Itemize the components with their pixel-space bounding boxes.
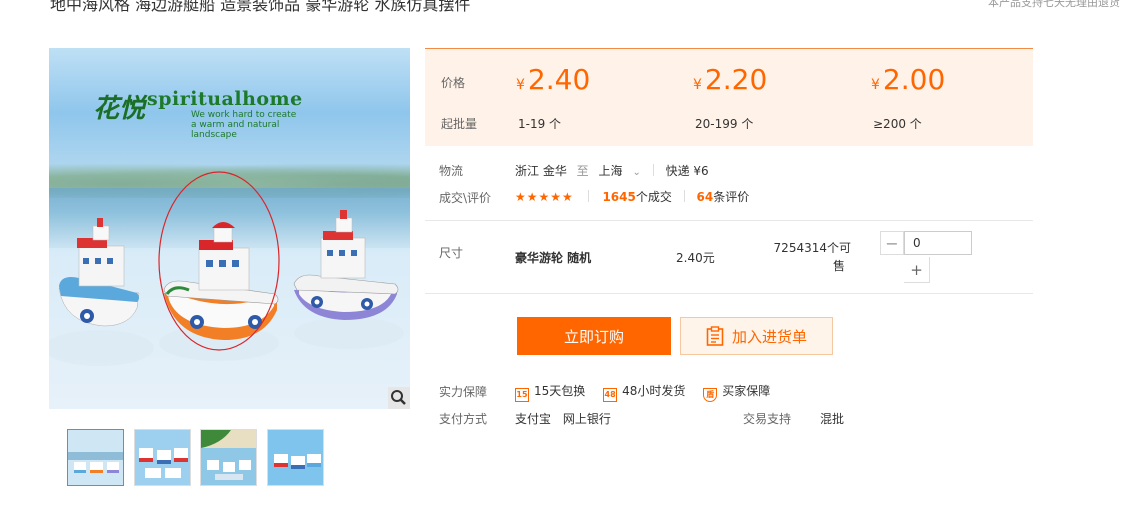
main-product-image[interactable]: 花悦 spiritualhome We work hard to create … bbox=[49, 48, 410, 409]
guarantee-list: 15 15天包换 48 48小时发货 盾买家保障 bbox=[515, 382, 770, 402]
chevron-down-icon: ⌄ bbox=[632, 167, 641, 178]
currency-symbol: ¥ bbox=[871, 77, 880, 93]
price-value: 2.20 bbox=[704, 63, 768, 96]
stock-line-2: 售 bbox=[832, 259, 845, 273]
clipboard-icon bbox=[706, 326, 724, 346]
brand-tagline-1: We work hard to create bbox=[191, 110, 297, 120]
quantity-input[interactable]: 0 bbox=[904, 231, 972, 255]
deals-row: ★★★★★ 1645个成交 64条评价 bbox=[515, 188, 749, 205]
guarantee-text: 48小时发货 bbox=[622, 384, 686, 398]
divider bbox=[683, 190, 685, 202]
logistics-row: 浙江 金华 至 上海 ⌄ 快递 ¥6 bbox=[515, 162, 709, 179]
currency-symbol: ¥ bbox=[516, 77, 525, 93]
magnifier-icon bbox=[391, 390, 406, 405]
boat-blue-left bbox=[58, 218, 140, 327]
price-tier-3: ¥2.00 bbox=[871, 63, 945, 96]
review-count-link[interactable]: 64条评价 bbox=[697, 190, 750, 204]
price-tier-1: ¥2.40 bbox=[516, 63, 590, 96]
logistics-label: 物流 bbox=[439, 164, 464, 178]
add-to-purchase-list-button[interactable]: 加入进货单 bbox=[680, 317, 833, 355]
shield-icon: 盾 bbox=[703, 388, 718, 402]
guarantee-item[interactable]: 48 48小时发货 bbox=[603, 384, 686, 402]
thumbnail-image bbox=[135, 430, 190, 485]
price-value: 2.40 bbox=[527, 63, 591, 96]
review-suffix: 条评价 bbox=[713, 190, 750, 204]
ship-to-select[interactable]: 上海 ⌄ bbox=[599, 164, 641, 178]
shipping-fee: 快递 ¥6 bbox=[665, 164, 709, 178]
sold-count: 1645 bbox=[602, 190, 636, 204]
to-word: 至 bbox=[576, 164, 589, 178]
exchange-15-icon: 15 bbox=[515, 388, 529, 402]
ship-48h-icon: 48 bbox=[603, 388, 618, 402]
range-tier-2: 20-199 个 bbox=[695, 117, 754, 131]
separator bbox=[425, 293, 1033, 294]
price-label: 价格 bbox=[441, 76, 466, 90]
buy-now-button[interactable]: 立即订购 bbox=[517, 317, 671, 355]
stock-line-1: 7254314个可 bbox=[773, 241, 851, 255]
quantity-decrease-button[interactable]: − bbox=[880, 231, 904, 255]
payment-methods: 支付宝 网上银行 bbox=[515, 410, 611, 427]
thumbnail-3[interactable] bbox=[200, 429, 257, 486]
separator bbox=[425, 220, 1033, 221]
range-tier-1: 1-19 个 bbox=[518, 117, 562, 131]
thumbnail-image bbox=[68, 430, 123, 485]
thumbnail-image bbox=[268, 430, 323, 485]
ship-from: 浙江 金华 bbox=[515, 164, 567, 178]
divider bbox=[652, 164, 654, 176]
divider bbox=[587, 190, 589, 202]
sku-name: 豪华游轮 随机 bbox=[515, 251, 592, 265]
sold-count-link[interactable]: 1645个成交 bbox=[602, 190, 671, 204]
thumbnail-1[interactable] bbox=[67, 429, 124, 486]
thumbnail-image bbox=[201, 430, 256, 485]
brand-tagline-3: landscape bbox=[191, 130, 237, 140]
guarantee-item[interactable]: 盾买家保障 bbox=[703, 384, 771, 402]
guarantee-label: 实力保障 bbox=[439, 385, 488, 399]
sku-price: 2.40元 bbox=[676, 251, 715, 265]
guarantee-item[interactable]: 15 15天包换 bbox=[515, 384, 586, 402]
brand-watermark: 花悦 spiritualhome We work hard to create … bbox=[93, 88, 303, 140]
thumbnail-4[interactable] bbox=[267, 429, 324, 486]
cart-label: 加入进货单 bbox=[731, 327, 807, 346]
currency-symbol: ¥ bbox=[693, 77, 702, 93]
payment-method-bank: 网上银行 bbox=[562, 412, 611, 426]
quantity-increase-button[interactable]: + bbox=[904, 257, 930, 283]
review-count: 64 bbox=[696, 190, 714, 204]
sku-label: 尺寸 bbox=[439, 246, 464, 260]
sku-stock: 7254314个可 售 bbox=[771, 239, 851, 275]
price-value: 2.00 bbox=[882, 63, 946, 96]
price-tier-2: ¥2.20 bbox=[693, 63, 767, 96]
boat-purple-right bbox=[293, 210, 399, 320]
rating-stars: ★★★★★ bbox=[515, 190, 574, 204]
trade-support-value: 混批 bbox=[820, 412, 845, 426]
thumbnail-2[interactable] bbox=[134, 429, 191, 486]
range-tier-3: ≥200 个 bbox=[873, 117, 922, 131]
ship-to-value: 上海 bbox=[598, 164, 623, 178]
brand-tagline-2: a warm and natural bbox=[191, 120, 280, 130]
guarantee-text: 买家保障 bbox=[722, 384, 771, 398]
zoom-button[interactable] bbox=[388, 387, 410, 409]
brand-name: spiritualhome bbox=[147, 88, 303, 110]
trade-support-label: 交易支持 bbox=[743, 412, 792, 426]
moq-label: 起批量 bbox=[441, 117, 478, 131]
sold-suffix: 个成交 bbox=[635, 190, 672, 204]
brand-cn: 花悦 bbox=[93, 94, 146, 124]
product-title: 地中海风格 海边游艇船 造景装饰品 豪华游轮 水族仿真摆件 bbox=[50, 0, 471, 14]
return-notice: 本产品支持七天无理由退货 bbox=[988, 0, 1120, 9]
deals-label: 成交\评价 bbox=[439, 191, 492, 205]
guarantee-text: 15天包换 bbox=[534, 384, 586, 398]
highlight-circle bbox=[158, 171, 280, 351]
payment-method-alipay: 支付宝 bbox=[515, 412, 552, 426]
payment-label: 支付方式 bbox=[439, 412, 488, 426]
